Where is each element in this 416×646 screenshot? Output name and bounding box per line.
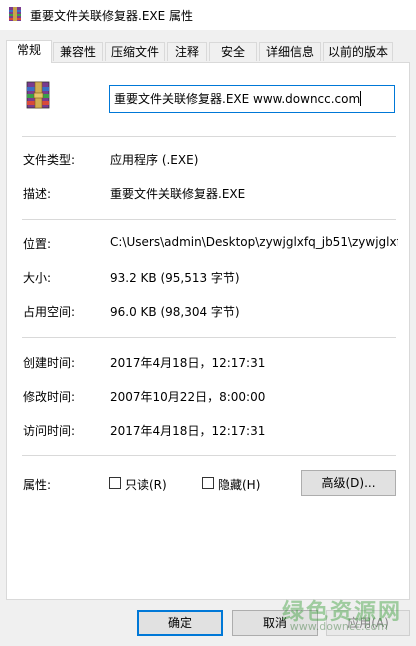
hidden-checkbox[interactable]: [202, 477, 214, 489]
general-panel: [6, 62, 410, 600]
attributes-label: 属性:: [23, 478, 52, 492]
size-value: 93.2 KB (95,513 字节): [110, 271, 240, 285]
tab-comment[interactable]: 注释: [167, 42, 207, 61]
advanced-button[interactable]: 高级(D)...: [301, 470, 396, 496]
modified-value: 2007年10月22日，8:00:00: [110, 390, 266, 404]
title-bar: 重要文件关联修复器.EXE 属性: [0, 0, 416, 30]
divider: [22, 455, 396, 456]
file-type-label: 文件类型:: [23, 153, 76, 167]
description-value: 重要文件关联修复器.EXE: [110, 187, 246, 201]
description-label: 描述:: [23, 187, 52, 201]
file-name-field[interactable]: 重要文件关联修复器.EXE www.downcc.com: [109, 85, 395, 113]
ok-button[interactable]: 确定: [137, 610, 223, 636]
file-type-value: 应用程序 (.EXE): [110, 153, 199, 167]
location-value: C:\Users\admin\Desktop\zywjglxfq_jb51\zy…: [110, 235, 398, 249]
tab-security[interactable]: 安全: [209, 42, 257, 61]
winrar-archive-icon: [26, 81, 50, 109]
winrar-archive-icon: [9, 7, 21, 21]
divider: [22, 219, 396, 220]
hidden-label[interactable]: 隐藏(H): [218, 476, 260, 493]
tab-previous-versions[interactable]: 以前的版本: [323, 42, 393, 61]
created-value: 2017年4月18日，12:17:31: [110, 356, 266, 370]
tab-compatibility[interactable]: 兼容性: [53, 42, 103, 61]
created-label: 创建时间:: [23, 356, 76, 370]
window-title: 重要文件关联修复器.EXE 属性: [30, 9, 194, 23]
modified-label: 修改时间:: [23, 390, 76, 404]
accessed-value: 2017年4月18日，12:17:31: [110, 424, 266, 438]
size-on-disk-value: 96.0 KB (98,304 字节): [110, 305, 240, 319]
divider: [22, 136, 396, 137]
watermark-url: www.downcc.com: [289, 620, 388, 633]
tab-general[interactable]: 常规: [6, 40, 52, 63]
accessed-label: 访问时间:: [23, 424, 76, 438]
text-caret: [360, 91, 362, 106]
size-on-disk-label: 占用空间:: [23, 305, 76, 319]
divider: [22, 337, 396, 338]
location-label: 位置:: [23, 237, 52, 251]
readonly-checkbox[interactable]: [109, 477, 121, 489]
readonly-label[interactable]: 只读(R): [125, 476, 167, 493]
tab-details[interactable]: 详细信息: [259, 42, 321, 61]
size-label: 大小:: [23, 271, 52, 285]
tab-archive[interactable]: 压缩文件: [105, 42, 165, 61]
